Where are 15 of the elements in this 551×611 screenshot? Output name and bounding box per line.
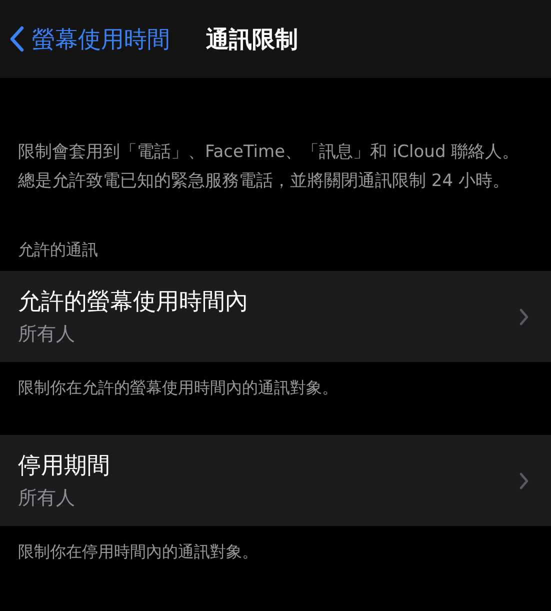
- back-chevron-icon: [10, 26, 24, 52]
- footer-text: 限制你在允許的螢幕使用時間內的通訊對象。: [18, 378, 339, 399]
- page-title: 通訊限制: [206, 26, 298, 54]
- description-text: 限制會套用到「電話」、FaceTime、「訊息」和 iCloud 聯絡人。總是允許致電已知的緊急服務電話，並將關閉通訊限制 24 小時。: [18, 141, 520, 193]
- back-button[interactable]: 螢幕使用時間: [10, 24, 170, 54]
- chevron-right-icon: [519, 472, 529, 490]
- row-value: 所有人: [18, 322, 76, 347]
- row-title: 允許的螢幕使用時間內: [18, 288, 248, 317]
- footer-text: 限制你在停用時間內的通訊對象。: [18, 542, 259, 563]
- settings-row[interactable]: 停用期間 所有人: [0, 435, 551, 526]
- settings-row[interactable]: 允許的螢幕使用時間內 所有人: [0, 271, 551, 362]
- chevron-right-icon: [519, 308, 529, 326]
- row-title: 停用期間: [18, 452, 110, 481]
- section-header: 允許的通訊: [18, 240, 99, 261]
- row-value: 所有人: [18, 486, 76, 511]
